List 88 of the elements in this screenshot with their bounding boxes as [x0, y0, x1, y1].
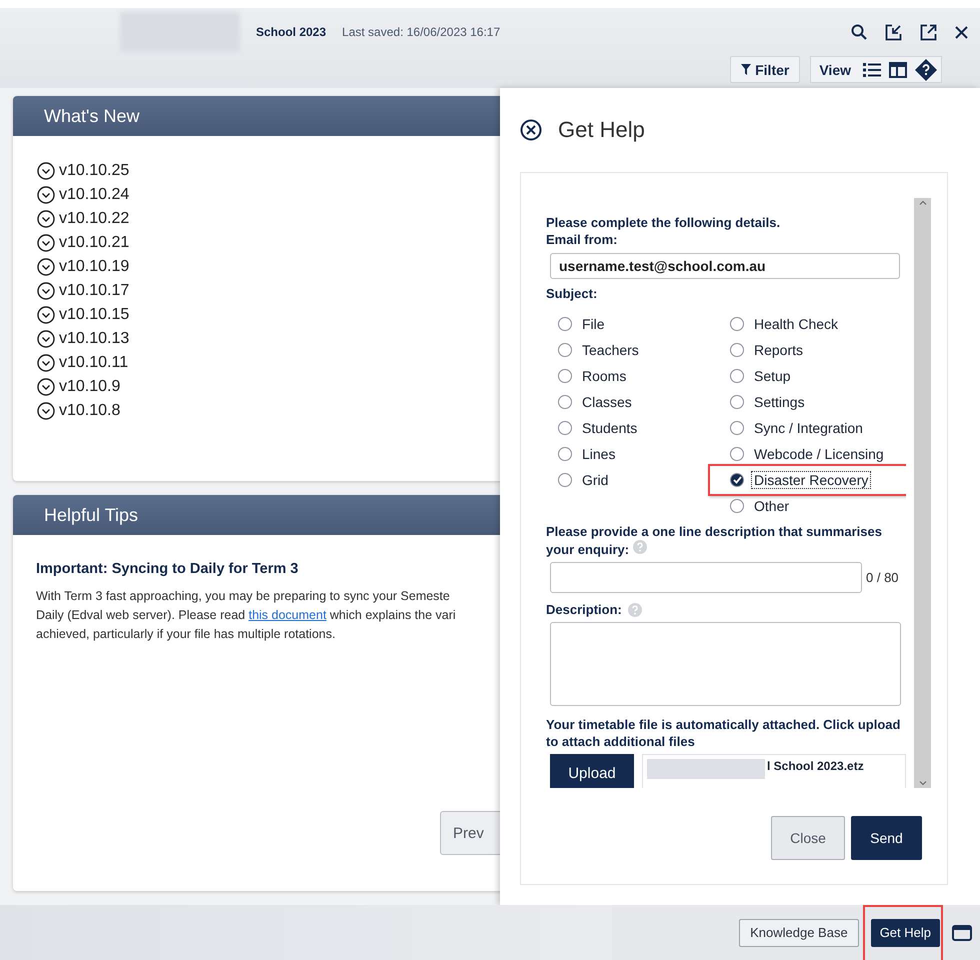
summary-label: Please provide a one line description that summarises your enquiry:: [546, 523, 883, 558]
radio-button[interactable]: [558, 421, 572, 436]
chevron-down-icon: [37, 330, 55, 348]
subject-option[interactable]: Lines: [558, 441, 730, 468]
subject-option[interactable]: Students: [558, 415, 730, 442]
radio-button[interactable]: [558, 343, 572, 358]
subject-option[interactable]: Settings: [730, 389, 906, 416]
upload-button[interactable]: Upload: [550, 754, 634, 788]
email-label: Email from:: [546, 231, 619, 248]
radio-button[interactable]: [558, 317, 572, 332]
radio-button[interactable]: [558, 369, 572, 384]
chevron-down-icon: [37, 354, 55, 372]
subject-option[interactable]: File: [558, 311, 730, 338]
version-item[interactable]: v10.10.24: [37, 186, 500, 204]
chevron-down-icon: [37, 234, 55, 252]
chevron-down-icon: [37, 306, 55, 324]
radio-button[interactable]: [730, 317, 744, 332]
file-name: School 2023: [256, 25, 326, 39]
subject-option[interactable]: Webcode / Licensing: [730, 441, 906, 468]
close-button[interactable]: Close: [771, 816, 845, 860]
subject-option[interactable]: Other: [730, 493, 906, 520]
attach-note: Your timetable file is automatically attached. Click upload to attach additional files: [546, 716, 902, 750]
attached-file-field: l School 2023.etz: [642, 754, 906, 788]
chevron-down-icon: [37, 162, 55, 180]
subject-option[interactable]: Setup: [730, 363, 906, 390]
version-item[interactable]: v10.10.22: [37, 210, 500, 228]
tip-paragraph: With Term 3 fast approaching, you may be preparing to sync your Semeste Daily (Edval web server). Please read this document which explains the vari achieved, particularly if your file has multiple rotations.: [36, 588, 457, 643]
previous-button[interactable]: Prev: [440, 811, 500, 855]
version-item[interactable]: v10.10.21: [37, 234, 500, 252]
radio-button[interactable]: [730, 395, 744, 410]
description-field[interactable]: [550, 622, 901, 706]
summary-field[interactable]: [550, 562, 862, 594]
version-item[interactable]: v10.10.9: [37, 378, 500, 396]
chevron-down-icon: [37, 402, 55, 420]
search-icon[interactable]: [851, 24, 867, 40]
panel-header: What's New: [13, 96, 500, 136]
filter-button[interactable]: Filter: [730, 56, 800, 83]
subject-option[interactable]: Disaster Recovery: [730, 467, 906, 494]
close-circle-icon[interactable]: [520, 119, 542, 141]
subject-option[interactable]: Rooms: [558, 363, 730, 390]
radio-button[interactable]: [558, 473, 572, 488]
dialog-title: Get Help: [558, 117, 645, 143]
version-item[interactable]: v10.10.25: [37, 162, 500, 180]
subject-option[interactable]: Classes: [558, 389, 730, 416]
radio-button[interactable]: [558, 447, 572, 462]
version-item[interactable]: v10.10.19: [37, 258, 500, 276]
email-field[interactable]: username.test@school.com.au: [550, 253, 900, 280]
dock-icon[interactable]: [885, 24, 902, 40]
version-item[interactable]: v10.10.17: [37, 282, 500, 300]
radio-button[interactable]: [730, 343, 744, 358]
version-item[interactable]: v10.10.11: [37, 354, 500, 372]
subject-label: Subject:: [546, 285, 598, 302]
help-icon: [628, 602, 642, 617]
send-button[interactable]: Send: [851, 816, 922, 860]
get-help-button[interactable]: Get Help: [870, 918, 940, 946]
panel-header: Helpful Tips: [13, 495, 500, 535]
funnel-icon: [741, 64, 752, 75]
version-item[interactable]: v10.10.8: [37, 402, 500, 420]
radio-button[interactable]: [558, 395, 572, 410]
subject-option[interactable]: Reports: [730, 337, 906, 364]
window-icon[interactable]: [952, 924, 972, 940]
version-item[interactable]: v10.10.13: [37, 330, 500, 348]
chevron-down-icon: [37, 186, 55, 204]
radio-button[interactable]: [730, 447, 744, 462]
close-icon[interactable]: [955, 26, 968, 38]
description-label: Description:: [546, 601, 906, 618]
subject-option[interactable]: Health Check: [730, 311, 906, 338]
radio-button[interactable]: [730, 499, 744, 514]
intro-text: Please complete the following details.: [546, 214, 782, 231]
pop-out-icon[interactable]: [920, 24, 937, 40]
subject-option[interactable]: Teachers: [558, 337, 730, 364]
chevron-down-icon: [37, 258, 55, 276]
subject-option[interactable]: Grid: [558, 467, 730, 494]
chevron-down-icon: [37, 378, 55, 396]
scroll-down-icon[interactable]: [918, 778, 928, 788]
help-icon: [632, 540, 647, 554]
radio-button[interactable]: [730, 473, 744, 488]
radio-button[interactable]: [730, 421, 744, 436]
version-item[interactable]: v10.10.15: [37, 306, 500, 324]
knowledge-base-button[interactable]: Knowledge Base: [739, 918, 859, 946]
chevron-down-icon: [37, 210, 55, 228]
document-link[interactable]: this document: [248, 608, 326, 622]
radio-button[interactable]: [730, 369, 744, 384]
subject-option[interactable]: Sync / Integration: [730, 415, 906, 442]
last-saved-text: Last saved: 16/06/2023 16:17: [342, 25, 500, 39]
character-counter: 0 / 80: [866, 570, 899, 586]
tip-heading: Important: Syncing to Daily for Term 3: [36, 561, 300, 577]
chevron-down-icon: [37, 282, 55, 300]
